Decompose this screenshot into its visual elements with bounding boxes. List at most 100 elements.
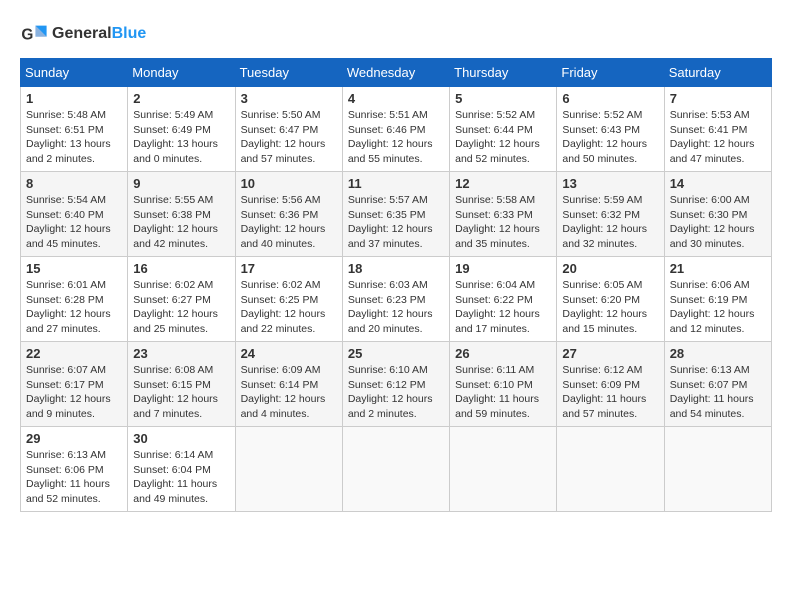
day-info: Sunrise: 6:08 AM Sunset: 6:15 PM Dayligh… (133, 363, 229, 422)
day-number: 17 (241, 261, 337, 276)
week-row-4: 22 Sunrise: 6:07 AM Sunset: 6:17 PM Dayli… (21, 342, 772, 427)
day-number: 3 (241, 91, 337, 106)
day-info: Sunrise: 5:54 AM Sunset: 6:40 PM Dayligh… (26, 193, 122, 252)
day-info: Sunrise: 5:59 AM Sunset: 6:32 PM Dayligh… (562, 193, 658, 252)
calendar-cell (342, 427, 449, 512)
day-number: 20 (562, 261, 658, 276)
day-info: Sunrise: 5:51 AM Sunset: 6:46 PM Dayligh… (348, 108, 444, 167)
day-info: Sunrise: 6:00 AM Sunset: 6:30 PM Dayligh… (670, 193, 766, 252)
day-info: Sunrise: 5:48 AM Sunset: 6:51 PM Dayligh… (26, 108, 122, 167)
day-info: Sunrise: 6:09 AM Sunset: 6:14 PM Dayligh… (241, 363, 337, 422)
calendar-cell: 18Sunrise: 6:03 AM Sunset: 6:23 PM Dayli… (342, 257, 449, 342)
day-info: Sunrise: 6:13 AM Sunset: 6:07 PM Dayligh… (670, 363, 766, 422)
day-number: 28 (670, 346, 766, 361)
day-info: Sunrise: 6:03 AM Sunset: 6:23 PM Dayligh… (348, 278, 444, 337)
calendar-cell: 6Sunrise: 5:52 AM Sunset: 6:43 PM Daylig… (557, 87, 664, 172)
day-info: Sunrise: 6:14 AM Sunset: 6:04 PM Dayligh… (133, 448, 229, 507)
header-wednesday: Wednesday (342, 59, 449, 87)
calendar-cell: 26 Sunrise: 6:11 AM Sunset: 6:10 PM Dayli… (450, 342, 557, 427)
day-info: Sunrise: 5:52 AM Sunset: 6:44 PM Dayligh… (455, 108, 551, 167)
calendar-cell: 10 Sunrise: 5:56 AM Sunset: 6:36 PM Dayli… (235, 172, 342, 257)
day-info: Sunrise: 6:02 AM Sunset: 6:27 PM Dayligh… (133, 278, 229, 337)
calendar-cell: 11 Sunrise: 5:57 AM Sunset: 6:35 PM Dayli… (342, 172, 449, 257)
day-info: Sunrise: 5:58 AM Sunset: 6:33 PM Dayligh… (455, 193, 551, 252)
day-number: 13 (562, 176, 658, 191)
day-number: 7 (670, 91, 766, 106)
day-number: 22 (26, 346, 122, 361)
day-number: 4 (348, 91, 444, 106)
header-monday: Monday (128, 59, 235, 87)
calendar-cell: 19 Sunrise: 6:04 AM Sunset: 6:22 PM Dayli… (450, 257, 557, 342)
calendar-cell: 22 Sunrise: 6:07 AM Sunset: 6:17 PM Dayli… (21, 342, 128, 427)
day-info: Sunrise: 6:02 AM Sunset: 6:25 PM Dayligh… (241, 278, 337, 337)
day-info: Sunrise: 6:13 AM Sunset: 6:06 PM Dayligh… (26, 448, 122, 507)
header-friday: Friday (557, 59, 664, 87)
calendar-cell (664, 427, 771, 512)
day-number: 25 (348, 346, 444, 361)
day-number: 29 (26, 431, 122, 446)
week-row-5: 29 Sunrise: 6:13 AM Sunset: 6:06 PM Dayli… (21, 427, 772, 512)
day-number: 9 (133, 176, 229, 191)
calendar-cell: 27 Sunrise: 6:12 AM Sunset: 6:09 PM Dayli… (557, 342, 664, 427)
calendar-cell: 2Sunrise: 5:49 AM Sunset: 6:49 PM Daylig… (128, 87, 235, 172)
calendar-cell: 28 Sunrise: 6:13 AM Sunset: 6:07 PM Dayli… (664, 342, 771, 427)
day-number: 16 (133, 261, 229, 276)
calendar-cell: 13 Sunrise: 5:59 AM Sunset: 6:32 PM Dayli… (557, 172, 664, 257)
calendar-cell: 15Sunrise: 6:01 AM Sunset: 6:28 PM Dayli… (21, 257, 128, 342)
day-number: 19 (455, 261, 551, 276)
logo: G GeneralBlue (20, 20, 146, 48)
day-info: Sunrise: 6:10 AM Sunset: 6:12 PM Dayligh… (348, 363, 444, 422)
calendar-cell: 25 Sunrise: 6:10 AM Sunset: 6:12 PM Dayli… (342, 342, 449, 427)
calendar-cell: 14 Sunrise: 6:00 AM Sunset: 6:30 PM Dayli… (664, 172, 771, 257)
day-number: 1 (26, 91, 122, 106)
page-header: G GeneralBlue (20, 20, 772, 48)
calendar-cell: 16 Sunrise: 6:02 AM Sunset: 6:27 PM Dayli… (128, 257, 235, 342)
day-info: Sunrise: 5:52 AM Sunset: 6:43 PM Dayligh… (562, 108, 658, 167)
header-sunday: Sunday (21, 59, 128, 87)
day-number: 23 (133, 346, 229, 361)
calendar-cell: 5Sunrise: 5:52 AM Sunset: 6:44 PM Daylig… (450, 87, 557, 172)
week-row-1: 1 Sunrise: 5:48 AM Sunset: 6:51 PM Daylig… (21, 87, 772, 172)
header-saturday: Saturday (664, 59, 771, 87)
calendar-cell (235, 427, 342, 512)
day-number: 21 (670, 261, 766, 276)
calendar-cell (450, 427, 557, 512)
day-number: 14 (670, 176, 766, 191)
calendar-cell: 21 Sunrise: 6:06 AM Sunset: 6:19 PM Dayli… (664, 257, 771, 342)
logo-text: GeneralBlue (52, 25, 146, 43)
week-row-2: 8 Sunrise: 5:54 AM Sunset: 6:40 PM Daylig… (21, 172, 772, 257)
calendar-table: SundayMondayTuesdayWednesdayThursdayFrid… (20, 58, 772, 512)
day-info: Sunrise: 5:56 AM Sunset: 6:36 PM Dayligh… (241, 193, 337, 252)
day-info: Sunrise: 6:11 AM Sunset: 6:10 PM Dayligh… (455, 363, 551, 422)
day-number: 15 (26, 261, 122, 276)
day-number: 10 (241, 176, 337, 191)
header-tuesday: Tuesday (235, 59, 342, 87)
calendar-cell: 24Sunrise: 6:09 AM Sunset: 6:14 PM Dayli… (235, 342, 342, 427)
logo-icon: G (20, 20, 48, 48)
calendar-cell: 23 Sunrise: 6:08 AM Sunset: 6:15 PM Dayli… (128, 342, 235, 427)
day-info: Sunrise: 6:04 AM Sunset: 6:22 PM Dayligh… (455, 278, 551, 337)
day-info: Sunrise: 5:53 AM Sunset: 6:41 PM Dayligh… (670, 108, 766, 167)
days-header-row: SundayMondayTuesdayWednesdayThursdayFrid… (21, 59, 772, 87)
calendar-cell: 7 Sunrise: 5:53 AM Sunset: 6:41 PM Daylig… (664, 87, 771, 172)
calendar-cell (557, 427, 664, 512)
day-info: Sunrise: 6:07 AM Sunset: 6:17 PM Dayligh… (26, 363, 122, 422)
day-number: 26 (455, 346, 551, 361)
day-number: 12 (455, 176, 551, 191)
day-info: Sunrise: 5:55 AM Sunset: 6:38 PM Dayligh… (133, 193, 229, 252)
calendar-cell: 9 Sunrise: 5:55 AM Sunset: 6:38 PM Daylig… (128, 172, 235, 257)
calendar-cell: 3Sunrise: 5:50 AM Sunset: 6:47 PM Daylig… (235, 87, 342, 172)
day-number: 2 (133, 91, 229, 106)
day-number: 27 (562, 346, 658, 361)
calendar-cell: 8 Sunrise: 5:54 AM Sunset: 6:40 PM Daylig… (21, 172, 128, 257)
day-info: Sunrise: 5:57 AM Sunset: 6:35 PM Dayligh… (348, 193, 444, 252)
svg-text:G: G (21, 27, 33, 44)
day-number: 8 (26, 176, 122, 191)
calendar-cell: 17 Sunrise: 6:02 AM Sunset: 6:25 PM Dayli… (235, 257, 342, 342)
day-number: 11 (348, 176, 444, 191)
calendar-cell: 30Sunrise: 6:14 AM Sunset: 6:04 PM Dayli… (128, 427, 235, 512)
header-thursday: Thursday (450, 59, 557, 87)
day-info: Sunrise: 6:12 AM Sunset: 6:09 PM Dayligh… (562, 363, 658, 422)
calendar-cell: 4 Sunrise: 5:51 AM Sunset: 6:46 PM Daylig… (342, 87, 449, 172)
day-info: Sunrise: 6:06 AM Sunset: 6:19 PM Dayligh… (670, 278, 766, 337)
